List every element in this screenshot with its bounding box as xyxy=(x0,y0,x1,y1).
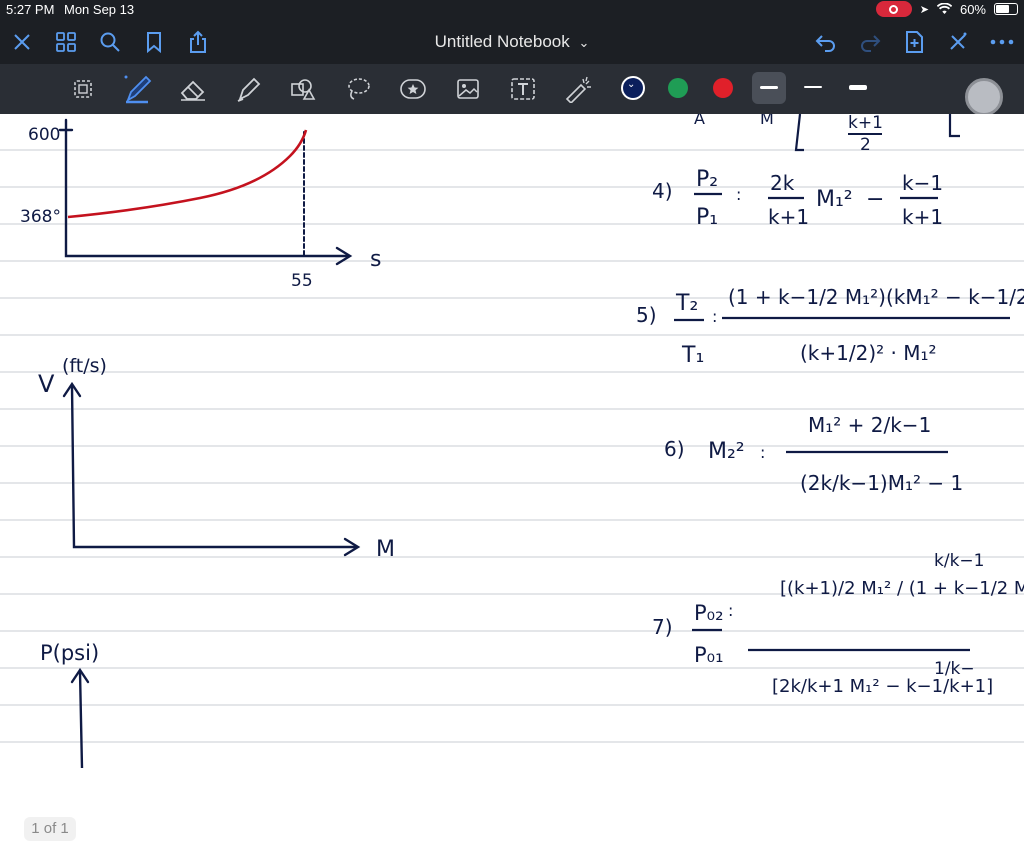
clear-icon[interactable] xyxy=(944,28,972,56)
svg-text::: : xyxy=(760,443,765,462)
svg-text::: : xyxy=(712,307,717,326)
equation-4: 4) P₂ P₁ : 2k k+1 M₁² − k−1 k+1 xyxy=(652,167,943,230)
scroll-handle[interactable] xyxy=(965,78,1003,116)
sticker-icon[interactable] xyxy=(397,74,429,104)
svg-text:M₁² + 2/k−1: M₁² + 2/k−1 xyxy=(808,413,931,437)
wifi-icon xyxy=(936,3,952,14)
svg-text:k−1: k−1 xyxy=(902,171,943,195)
svg-text:[(k+1)/2 M₁² / (1 + k−1/2 M₁²): [(k+1)/2 M₁² / (1 + k−1/2 M₁²)] xyxy=(780,578,1024,599)
svg-text:(2k/k−1)M₁² − 1: (2k/k−1)M₁² − 1 xyxy=(800,471,963,495)
svg-text:k/k−1: k/k−1 xyxy=(934,551,984,571)
status-right: ➤ 60% xyxy=(875,1,1018,17)
label-s: s xyxy=(370,247,381,272)
status-time: 5:27 PM xyxy=(6,2,55,17)
svg-text:P₀₂: P₀₂ xyxy=(694,601,724,625)
lasso-icon[interactable] xyxy=(342,74,374,104)
ruled-lines xyxy=(0,149,1024,743)
notebook-title-text: Untitled Notebook xyxy=(434,32,570,51)
svg-text:−: − xyxy=(866,187,884,212)
undo-icon[interactable] xyxy=(812,28,840,56)
screen-recording-icon xyxy=(875,1,912,17)
location-icon: ➤ xyxy=(919,3,929,16)
stroke-thin-bar xyxy=(760,86,778,89)
svg-text:7): 7) xyxy=(652,615,673,639)
svg-text:5): 5) xyxy=(636,303,657,327)
label-v: V xyxy=(38,370,55,398)
more-icon[interactable] xyxy=(988,28,1016,56)
label-600: 600 xyxy=(28,125,60,145)
highlighter-icon[interactable] xyxy=(232,74,264,104)
color-red[interactable] xyxy=(713,78,733,98)
label-m: M xyxy=(376,537,395,562)
page-indicator[interactable]: 1 of 1 xyxy=(24,817,76,841)
label-368: 368° xyxy=(20,207,61,227)
svg-text:k+1: k+1 xyxy=(902,205,943,229)
svg-text:[2k/k+1 M₁² − k−1/k+1]: [2k/k+1 M₁² − k−1/k+1] xyxy=(772,676,993,697)
label-55: 55 xyxy=(291,271,313,291)
chevron-down-icon: ⌄ xyxy=(627,79,636,90)
svg-text:A: A xyxy=(694,114,705,128)
battery-icon xyxy=(994,3,1018,15)
svg-text::: : xyxy=(728,601,733,620)
svg-text:2k: 2k xyxy=(770,171,795,195)
equation-7: 7) P₀₂ P₀₁ : [(k+1)/2 M₁² / (1 + k−1/2 M… xyxy=(652,551,1024,697)
laser-icon[interactable] xyxy=(562,74,594,104)
temperature-curve xyxy=(67,129,308,219)
svg-text:P₀₁: P₀₁ xyxy=(694,643,724,667)
svg-text:T₂: T₂ xyxy=(675,291,698,316)
svg-text:6): 6) xyxy=(664,437,685,461)
svg-text:P₁: P₁ xyxy=(696,205,718,230)
svg-text:4): 4) xyxy=(652,179,673,203)
sketch-chart-2 xyxy=(62,381,361,557)
color-green[interactable] xyxy=(668,78,688,98)
drawing-toolbar xyxy=(0,64,1024,114)
eraser-icon[interactable] xyxy=(177,74,209,104)
label-ft-s: (ft/s) xyxy=(62,355,107,377)
status-bar: 5:27 PM Mon Sep 13 ➤ 60% xyxy=(0,0,1024,20)
notebook-page[interactable]: 600 368° 55 s V (ft/s) M P(psi) A M k+1 … xyxy=(0,114,1024,841)
battery-percent: 60% xyxy=(959,1,986,17)
svg-text::: : xyxy=(736,185,741,204)
label-p-psi: P(psi) xyxy=(40,641,99,665)
status-date: Mon Sep 13 xyxy=(64,2,135,17)
page-canvas: 600 368° 55 s V (ft/s) M P(psi) A M k+1 … xyxy=(0,114,1024,768)
svg-text:k+1: k+1 xyxy=(848,114,883,133)
chevron-down-icon: ⌄ xyxy=(578,35,590,50)
svg-text:M: M xyxy=(760,114,774,128)
svg-text:2: 2 xyxy=(860,135,871,155)
lasso-select-icon[interactable] xyxy=(67,74,99,104)
svg-text:(1 + k−1/2 M₁²)(kM₁² − k−1/2): (1 + k−1/2 M₁²)(kM₁² − k−1/2) xyxy=(728,285,1024,309)
stroke-medium[interactable] xyxy=(804,86,822,88)
svg-text:k+1: k+1 xyxy=(768,205,809,229)
svg-text:P₂: P₂ xyxy=(696,167,718,192)
sketch-chart-3 xyxy=(70,667,90,768)
svg-text:T₁: T₁ xyxy=(681,343,704,368)
add-page-icon[interactable] xyxy=(900,28,928,56)
svg-text:(k+1/2)² · M₁²: (k+1/2)² · M₁² xyxy=(800,341,937,365)
shapes-icon[interactable] xyxy=(287,74,319,104)
sketch-chart-1 xyxy=(58,118,353,266)
pen-icon[interactable] xyxy=(122,74,154,104)
svg-text:1/k−: 1/k− xyxy=(934,659,975,679)
equation-fragment: A M k+1 2 xyxy=(694,114,960,155)
svg-text:M₁²: M₁² xyxy=(816,187,853,212)
stroke-thick[interactable] xyxy=(849,85,867,90)
image-icon[interactable] xyxy=(452,74,484,104)
navigation-bar: Untitled Notebook ⌄ xyxy=(0,20,1024,64)
text-icon[interactable] xyxy=(507,74,539,104)
equation-5: 5) T₂ T₁ : (1 + k−1/2 M₁²)(kM₁² − k−1/2)… xyxy=(636,285,1024,368)
svg-text:M₂²: M₂² xyxy=(708,439,745,464)
redo-icon[interactable] xyxy=(856,28,884,56)
